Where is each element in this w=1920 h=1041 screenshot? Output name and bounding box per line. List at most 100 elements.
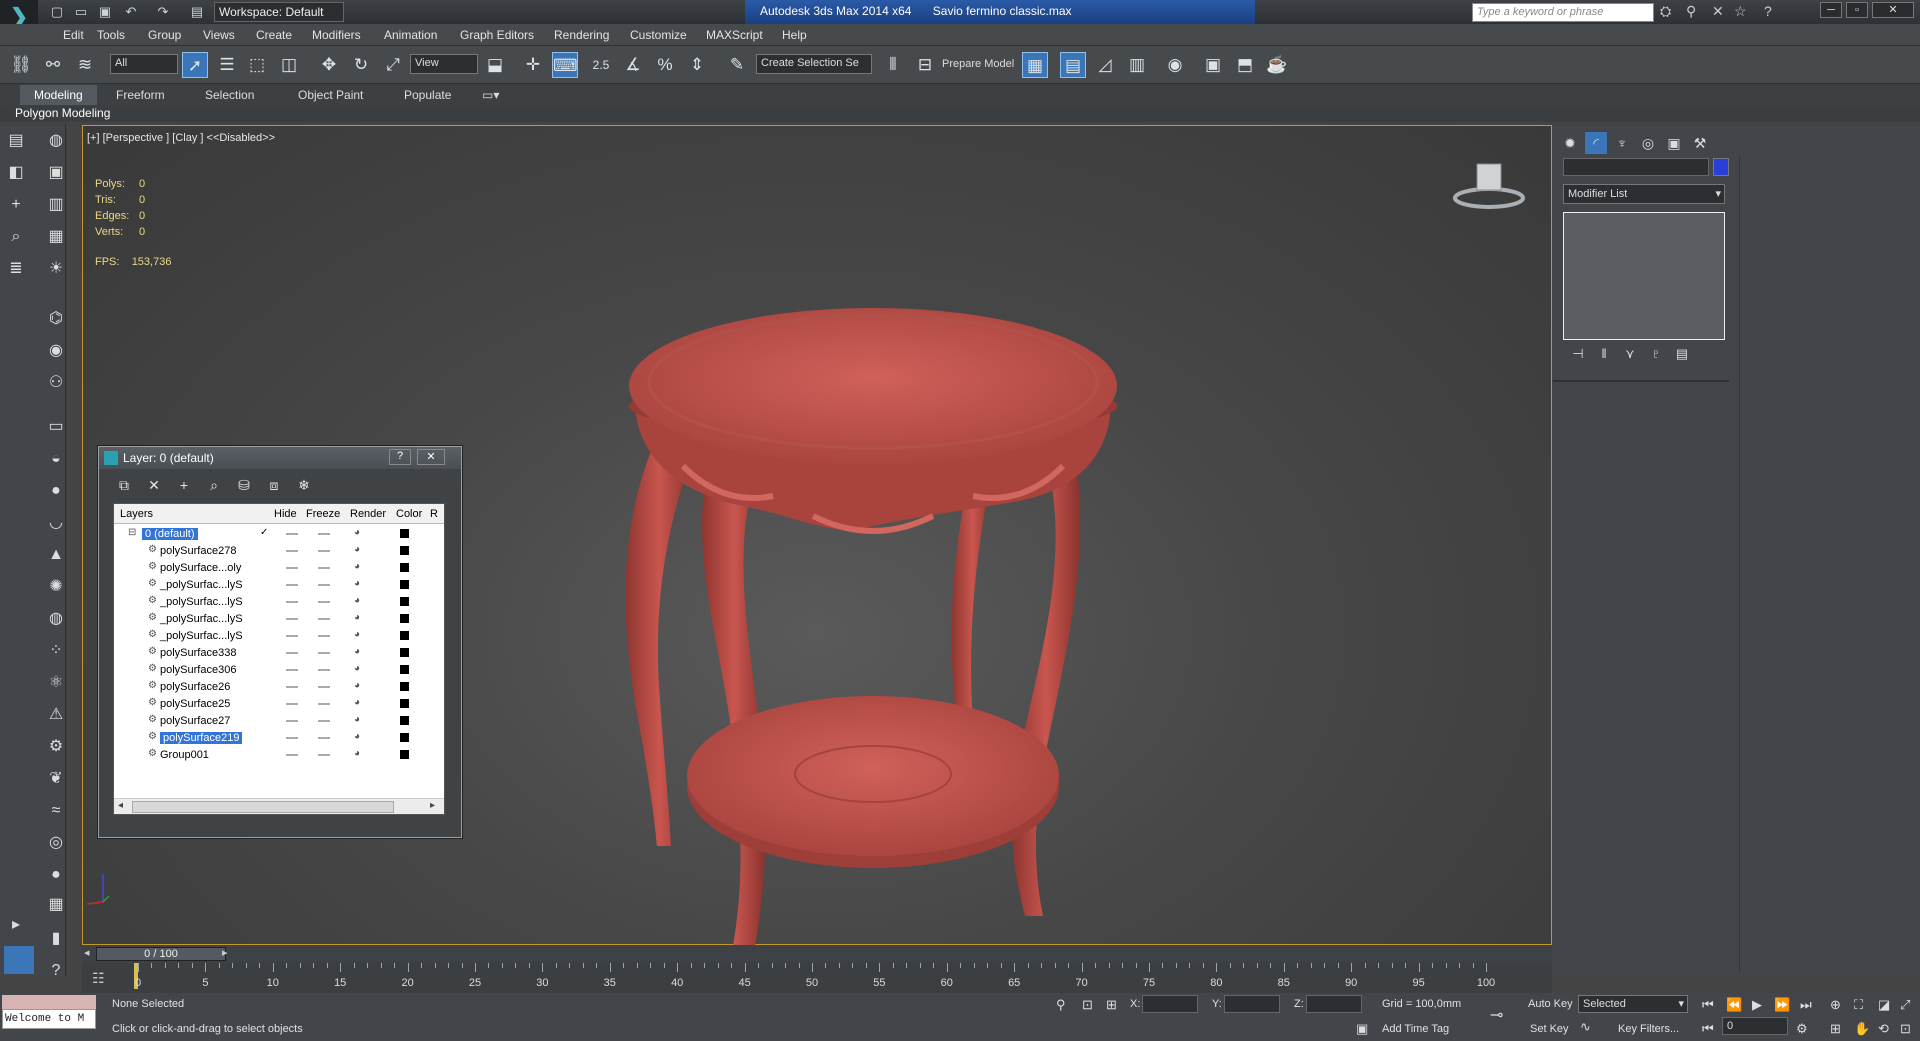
hide-toggle[interactable] [286, 618, 298, 620]
utilities-tab-icon[interactable]: ⚒ [1689, 132, 1711, 154]
project-folder-icon[interactable]: ▤ [188, 3, 206, 21]
communication-center-icon[interactable]: ⚲ [1686, 3, 1696, 20]
bind-space-warp-icon[interactable]: ≋ [72, 52, 98, 78]
layer-list-scrollbar[interactable]: ◂ ▸ [114, 798, 444, 814]
modify-tab-icon[interactable]: ◜ [1585, 132, 1607, 154]
pin-stack-icon[interactable]: ⊣ [1565, 346, 1591, 362]
menu-modifiers[interactable]: Modifiers [312, 28, 361, 42]
hide-toggle[interactable] [286, 686, 298, 688]
material-editor-icon[interactable]: ◉ [1162, 52, 1188, 78]
ribbon-tab-freeform[interactable]: Freeform [116, 88, 165, 102]
hierarchy-tab-icon[interactable]: ♆ [1611, 132, 1633, 154]
hide-toggle[interactable] [286, 635, 298, 637]
hide-toggle[interactable] [286, 703, 298, 705]
layer-name[interactable]: polySurface306 [160, 664, 236, 676]
object-color-swatch[interactable] [1713, 158, 1729, 176]
play-icon[interactable]: ▶ [1752, 997, 1762, 1013]
zoom-extents-all-icon[interactable]: ⛶ [1854, 997, 1863, 1013]
layer-color-swatch[interactable] [400, 665, 409, 674]
layer-dialog-help-button[interactable]: ? [389, 449, 411, 465]
window-crossing-icon[interactable]: ◫ [276, 52, 302, 78]
helper-icon[interactable]: ⚠ [44, 704, 68, 726]
edit-named-selection-icon[interactable]: ✎ [724, 52, 750, 78]
hide-toggle[interactable] [286, 652, 298, 654]
grid-icon[interactable]: ▦ [44, 894, 68, 916]
freeze-toggle[interactable] [318, 652, 330, 654]
time-slider-prev-icon[interactable]: ◂ [84, 946, 90, 959]
curve-editor-icon[interactable]: ◿ [1092, 52, 1118, 78]
search-input[interactable]: Type a keyword or phrase [1472, 3, 1654, 22]
freeze-toggle[interactable] [318, 686, 330, 688]
create-icon[interactable]: + [4, 194, 28, 216]
maximize-viewport-icon[interactable]: ⤢ [1900, 997, 1910, 1013]
layer-name[interactable]: polySurface338 [160, 647, 236, 659]
set-key-mode-icon[interactable]: ⊸ [1490, 1005, 1503, 1025]
layer-name[interactable]: polySurface27 [160, 715, 230, 727]
freeze-toggle[interactable] [318, 737, 330, 739]
list-icon[interactable]: ▥ [44, 194, 68, 216]
key-mode-dropdown[interactable]: Selected ▾ [1578, 995, 1688, 1013]
rectangular-selection-icon[interactable]: ⬚ [244, 52, 270, 78]
column-header-color[interactable]: Color [396, 508, 422, 520]
spinner-snap-icon[interactable]: ⇕ [684, 52, 710, 78]
open-file-icon[interactable]: ▭ [72, 3, 90, 21]
layer-list[interactable]: Layers Hide Freeze Render Color R ⊟ 0 (default… [113, 503, 445, 815]
layer-row[interactable]: ⚙ polySurface306 ◕ [114, 662, 444, 679]
layer-name[interactable]: polySurface...oly [160, 562, 241, 574]
layer-row[interactable]: ⚙ polySurface25 ◕ [114, 696, 444, 713]
modifier-stack[interactable] [1563, 212, 1725, 340]
layer-row[interactable]: ⚙ polySurface27 ◕ [114, 713, 444, 730]
layer-row[interactable]: ⚙ polySurface...oly ◕ [114, 560, 444, 577]
menu-views[interactable]: Views [203, 28, 235, 42]
layer-row[interactable]: ⚙ Group001 ◕ [114, 747, 444, 764]
make-unique-icon[interactable]: ⋎ [1617, 346, 1643, 362]
viewcube[interactable] [1449, 158, 1529, 218]
menu-group[interactable]: Group [148, 28, 181, 42]
render-teapot-icon[interactable]: ◕ [354, 612, 360, 623]
column-header-render[interactable]: Render [350, 508, 386, 520]
zoom-all-icon[interactable]: ⊞ [1830, 1021, 1841, 1037]
new-file-icon[interactable]: ▢ [48, 3, 66, 21]
layer-color-swatch[interactable] [400, 546, 409, 555]
gear-icon[interactable]: ⚙ [44, 736, 68, 758]
cylinder-icon[interactable]: ◉ [44, 340, 68, 362]
render-icon[interactable]: ▣ [44, 162, 68, 184]
render-teapot-icon[interactable]: ◕ [354, 646, 360, 657]
key-mode-toggle-icon[interactable]: ⏮ [1702, 1021, 1714, 1037]
maximize-toggle-icon[interactable]: ⊡ [1900, 1021, 1911, 1037]
scroll-right-icon[interactable]: ▸ [430, 800, 435, 811]
add-time-tag-button[interactable]: Add Time Tag [1382, 1023, 1449, 1035]
sun-icon[interactable]: ✺ [44, 576, 68, 598]
menu-rendering[interactable]: Rendering [554, 28, 609, 42]
hide-toggle[interactable] [286, 669, 298, 671]
render-teapot-icon[interactable]: ◕ [354, 731, 360, 742]
binoculars-icon[interactable]: ⛭ [1660, 3, 1671, 20]
ribbon-tab-selection[interactable]: Selection [205, 88, 254, 102]
hide-toggle[interactable] [286, 720, 298, 722]
render-teapot-icon[interactable]: ◕ [354, 748, 360, 759]
align-icon[interactable]: ⊟ [912, 52, 938, 78]
scene-list-icon[interactable]: ≣ [4, 258, 28, 280]
layer-name[interactable]: _polySurfac...lyS [160, 613, 243, 625]
mini-curve-editor-icon[interactable]: ☷ [92, 970, 105, 987]
track-bar[interactable]: 0 5 10 15 20 25 30 35 40 45 50 55 60 65 70 75 80 85 90 95 10… [82, 963, 1552, 993]
ball-icon[interactable]: ◍ [44, 608, 68, 630]
isolate-selection-icon[interactable]: ⚲ [1056, 997, 1066, 1013]
polygon-modeling-label[interactable]: Polygon Modeling [15, 106, 110, 120]
select-in-layer-icon[interactable]: ⌕ [205, 477, 223, 494]
cone-icon[interactable]: ▲ [44, 544, 68, 566]
minimize-button[interactable]: ─ [1820, 2, 1842, 18]
layer-row[interactable]: ⚙ _polySurfac...lyS ◕ [114, 628, 444, 645]
select-by-name-icon[interactable]: ☰ [214, 52, 240, 78]
layer-color-swatch[interactable] [400, 631, 409, 640]
set-keys-icon[interactable]: ∿ [1580, 1019, 1591, 1035]
previous-frame-icon[interactable]: ⏪ [1726, 997, 1742, 1013]
layer-row[interactable]: ⚙ _polySurfac...lyS ◕ [114, 611, 444, 628]
key-filters-button[interactable]: Key Filters... [1618, 1023, 1679, 1035]
column-header-layers[interactable]: Layers [120, 508, 153, 520]
go-to-end-icon[interactable]: ⏭ [1800, 997, 1812, 1013]
dome-icon[interactable]: ◒ [44, 448, 68, 470]
viewport-shading-icon[interactable]: ◍ [44, 130, 68, 152]
layer-name[interactable]: polySurface26 [160, 681, 230, 693]
maxscript-mini-listener[interactable]: Welcome to M [2, 1009, 96, 1029]
